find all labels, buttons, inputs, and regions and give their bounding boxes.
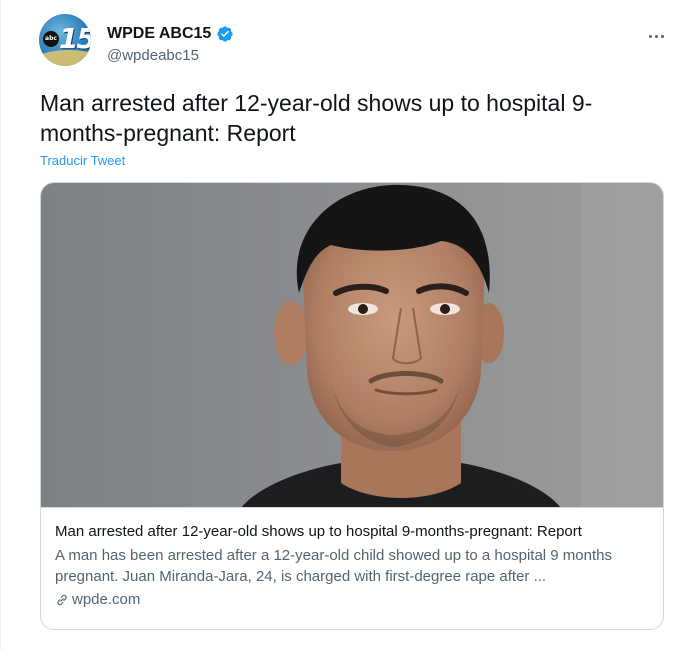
card-image[interactable] <box>41 183 664 508</box>
account-handle[interactable]: @wpdeabc15 <box>107 47 199 64</box>
more-dot <box>660 34 664 38</box>
translate-tweet-link[interactable]: Traducir Tweet <box>40 153 125 168</box>
card-title: Man arrested after 12-year-old shows up … <box>55 523 582 540</box>
card-divider <box>41 507 663 508</box>
name-row: WPDE ABC15 <box>107 23 234 45</box>
link-preview-card[interactable]: Man arrested after 12-year-old shows up … <box>40 182 664 630</box>
card-body: Man arrested after 12-year-old shows up … <box>55 522 653 610</box>
display-name[interactable]: WPDE ABC15 <box>107 25 211 43</box>
more-options-icon[interactable] <box>645 28 667 44</box>
card-domain-row: wpde.com <box>55 589 653 610</box>
avatar[interactable]: abc 15 <box>39 14 91 66</box>
tweet-header: abc 15 WPDE ABC15 @wpdeabc15 <box>39 14 669 74</box>
card-description: A man has been arrested after a 12-year-… <box>55 547 612 585</box>
card-domain[interactable]: wpde.com <box>72 589 140 610</box>
tweet-container: abc 15 WPDE ABC15 @wpdeabc15 Man arreste… <box>0 0 700 650</box>
avatar-network-badge: abc <box>43 31 59 47</box>
avatar-channel-number: 15 <box>59 22 91 55</box>
tweet-text: Man arrested after 12-year-old shows up … <box>40 90 593 146</box>
verified-badge-icon <box>217 26 233 42</box>
more-dot <box>654 34 658 38</box>
more-dot <box>648 34 652 38</box>
link-icon <box>57 594 67 605</box>
